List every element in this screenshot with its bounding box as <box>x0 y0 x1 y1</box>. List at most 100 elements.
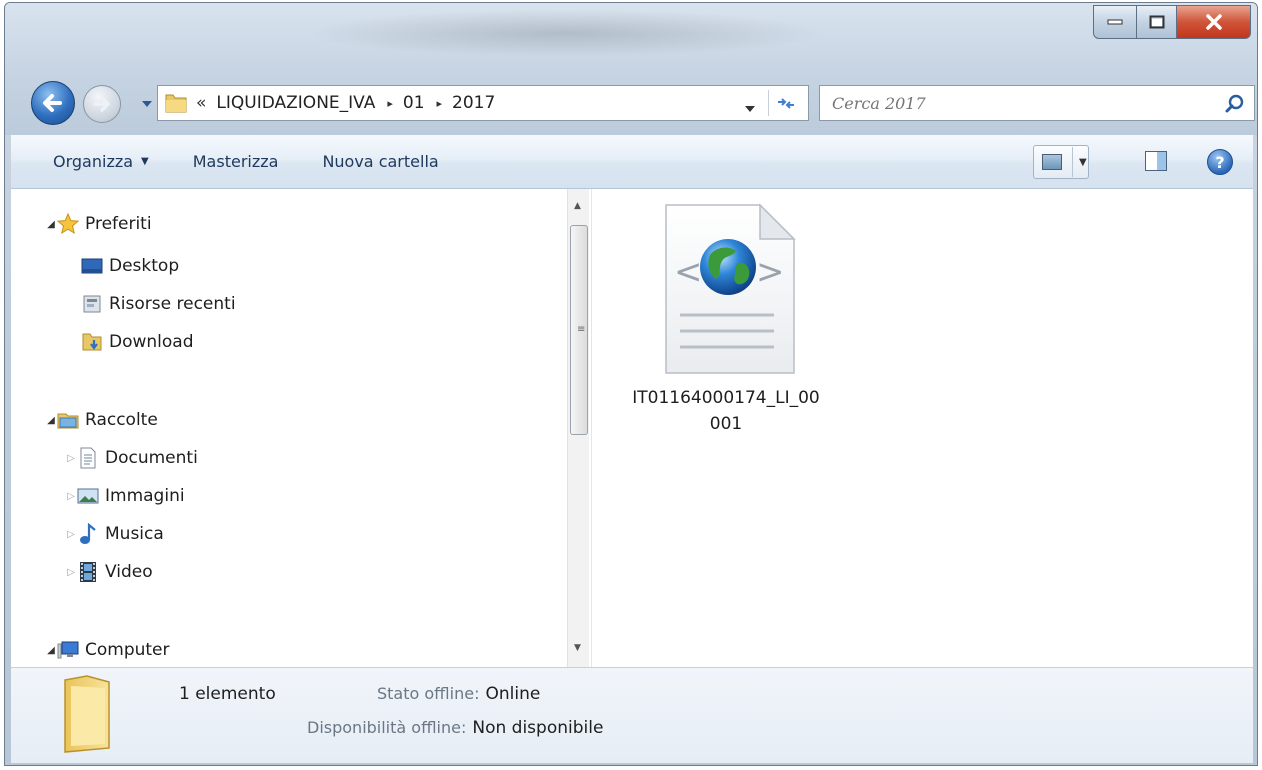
recent-pages-button[interactable] <box>141 98 153 110</box>
address-bar[interactable]: « LIQUIDAZIONE_IVA ▸ 01 ▸ 2017 <box>157 85 809 121</box>
offline-status-row: Stato offline: Online <box>377 684 540 704</box>
chevron-down-icon <box>745 106 755 112</box>
scroll-up-arrow-icon[interactable]: ▲ <box>574 201 581 211</box>
nav-label: Risorse recenti <box>109 294 236 314</box>
close-button[interactable] <box>1177 5 1251 39</box>
folder-icon <box>165 94 187 113</box>
search-icon[interactable] <box>1224 93 1246 115</box>
breadcrumb-separator[interactable]: ▸ <box>437 97 443 110</box>
documents-icon <box>77 447 99 469</box>
offline-availability-row: Disponibilità offline: Non disponibile <box>307 718 603 738</box>
breadcrumb-2017[interactable]: 2017 <box>452 93 495 113</box>
command-bar: Organizza ▼ Masterizza Nuova cartella ▼ … <box>11 135 1253 189</box>
burn-button[interactable]: Masterizza <box>193 152 279 171</box>
expand-arrow-icon[interactable]: ◢ <box>45 219 57 230</box>
search-input[interactable] <box>832 93 1212 113</box>
html-document-globe-icon: < > <box>665 203 796 374</box>
new-folder-button[interactable]: Nuova cartella <box>322 152 438 171</box>
nav-label: Computer <box>85 640 170 660</box>
organize-label: Organizza <box>53 152 134 171</box>
nav-item-computer[interactable]: ◢ Computer <box>45 635 170 665</box>
scroll-down-arrow-icon[interactable]: ▼ <box>574 643 581 653</box>
breadcrumb-liquidazione-iva[interactable]: LIQUIDAZIONE_IVA <box>216 93 375 113</box>
nav-label: Musica <box>105 524 164 544</box>
nav-label: Immagini <box>105 486 185 506</box>
collapse-arrow-icon[interactable]: ▷ <box>65 567 77 578</box>
back-arrow-icon <box>43 94 62 112</box>
collapse-arrow-icon[interactable]: ▷ <box>65 491 77 502</box>
libraries-icon <box>57 410 79 430</box>
explorer-window: « LIQUIDAZIONE_IVA ▸ 01 ▸ 2017 Organizza… <box>4 2 1258 766</box>
nav-label: Desktop <box>109 256 180 276</box>
collapse-arrow-icon[interactable]: ▷ <box>65 453 77 464</box>
offline-status-label: Stato offline: <box>377 684 480 703</box>
nav-item-documents[interactable]: ▷ Documenti <box>65 443 198 473</box>
file-list[interactable]: < > IT01164000174_LI_00001 <box>593 189 1253 667</box>
nav-item-libraries[interactable]: ◢ Raccolte <box>45 405 158 435</box>
nav-item-video[interactable]: ▷ Video <box>65 557 153 587</box>
nav-pane-scrollbar[interactable]: ▲ ≡ ▼ <box>567 189 589 667</box>
file-name[interactable]: IT01164000174_LI_00001 <box>631 385 821 437</box>
offline-status-value: Online <box>485 684 541 704</box>
minimize-button[interactable] <box>1093 5 1137 39</box>
forward-arrow-icon <box>93 96 110 112</box>
nav-item-download[interactable]: Download <box>81 327 194 357</box>
breadcrumb-01[interactable]: 01 <box>403 93 425 113</box>
star-icon <box>57 213 79 235</box>
expand-arrow-icon[interactable]: ◢ <box>45 415 57 426</box>
nav-label: Preferiti <box>85 214 152 234</box>
nav-item-desktop[interactable]: Desktop <box>81 251 179 281</box>
offline-availability-label: Disponibilità offline: <box>307 718 467 737</box>
scrollbar-thumb[interactable]: ≡ <box>570 225 588 435</box>
change-view-button[interactable]: ▼ <box>1033 145 1089 179</box>
content-area: ◢ Preferiti Desktop Risorse recenti Down… <box>11 189 1253 667</box>
nav-item-pictures[interactable]: ▷ Immagini <box>65 481 185 511</box>
breadcrumb-separator[interactable]: ▸ <box>387 97 393 110</box>
back-button[interactable] <box>31 81 75 125</box>
nav-label: Raccolte <box>85 410 158 430</box>
nav-item-favorites[interactable]: ◢ Preferiti <box>45 209 152 239</box>
address-dropdown-button[interactable] <box>744 98 756 118</box>
close-icon <box>1205 14 1222 30</box>
search-box[interactable] <box>819 85 1255 121</box>
refresh-icon <box>777 98 794 109</box>
file-item[interactable]: < > IT01164000174_LI_00001 <box>621 203 831 437</box>
download-folder-icon <box>81 332 103 352</box>
nav-item-recent-places[interactable]: Risorse recenti <box>81 289 236 319</box>
video-filmstrip-icon <box>77 562 99 582</box>
nav-label: Download <box>109 332 194 352</box>
nav-label: Documenti <box>105 448 198 468</box>
collapse-arrow-icon[interactable]: ▷ <box>65 529 77 540</box>
expand-arrow-icon[interactable]: ◢ <box>45 645 57 656</box>
chevron-down-icon: ▼ <box>141 156 149 167</box>
refresh-button[interactable] <box>768 90 802 116</box>
view-icon <box>1042 154 1062 170</box>
caption-buttons <box>1093 5 1251 39</box>
offline-availability-value: Non disponibile <box>472 718 604 738</box>
chevron-down-icon[interactable]: ▼ <box>1072 147 1087 177</box>
svg-text:>: > <box>756 252 785 292</box>
help-button[interactable]: ? <box>1207 149 1233 175</box>
organize-menu-button[interactable]: Organizza ▼ <box>53 152 149 171</box>
computer-icon <box>57 640 79 660</box>
nav-item-music[interactable]: ▷ Musica <box>65 519 164 549</box>
desktop-icon <box>81 256 103 276</box>
svg-text:<: < <box>674 252 703 292</box>
preview-pane-button[interactable] <box>1145 151 1167 171</box>
pictures-icon <box>77 486 99 506</box>
nav-label: Video <box>105 562 153 582</box>
recent-places-icon <box>81 294 103 314</box>
music-note-icon <box>77 523 99 544</box>
details-pane: 1 elemento Stato offline: Online Disponi… <box>11 667 1253 763</box>
folder-icon <box>64 675 110 753</box>
maximize-button[interactable] <box>1137 5 1177 39</box>
glass-reflection <box>305 9 825 57</box>
navigation-pane[interactable]: ◢ Preferiti Desktop Risorse recenti Down… <box>11 189 561 667</box>
forward-button[interactable] <box>83 85 121 123</box>
pane-splitter[interactable] <box>591 189 592 667</box>
maximize-icon <box>1149 15 1164 29</box>
chevron-down-icon <box>142 101 152 107</box>
address-overflow-chevron[interactable]: « <box>196 93 206 113</box>
minimize-icon <box>1107 19 1123 25</box>
item-count: 1 elemento <box>179 684 276 704</box>
